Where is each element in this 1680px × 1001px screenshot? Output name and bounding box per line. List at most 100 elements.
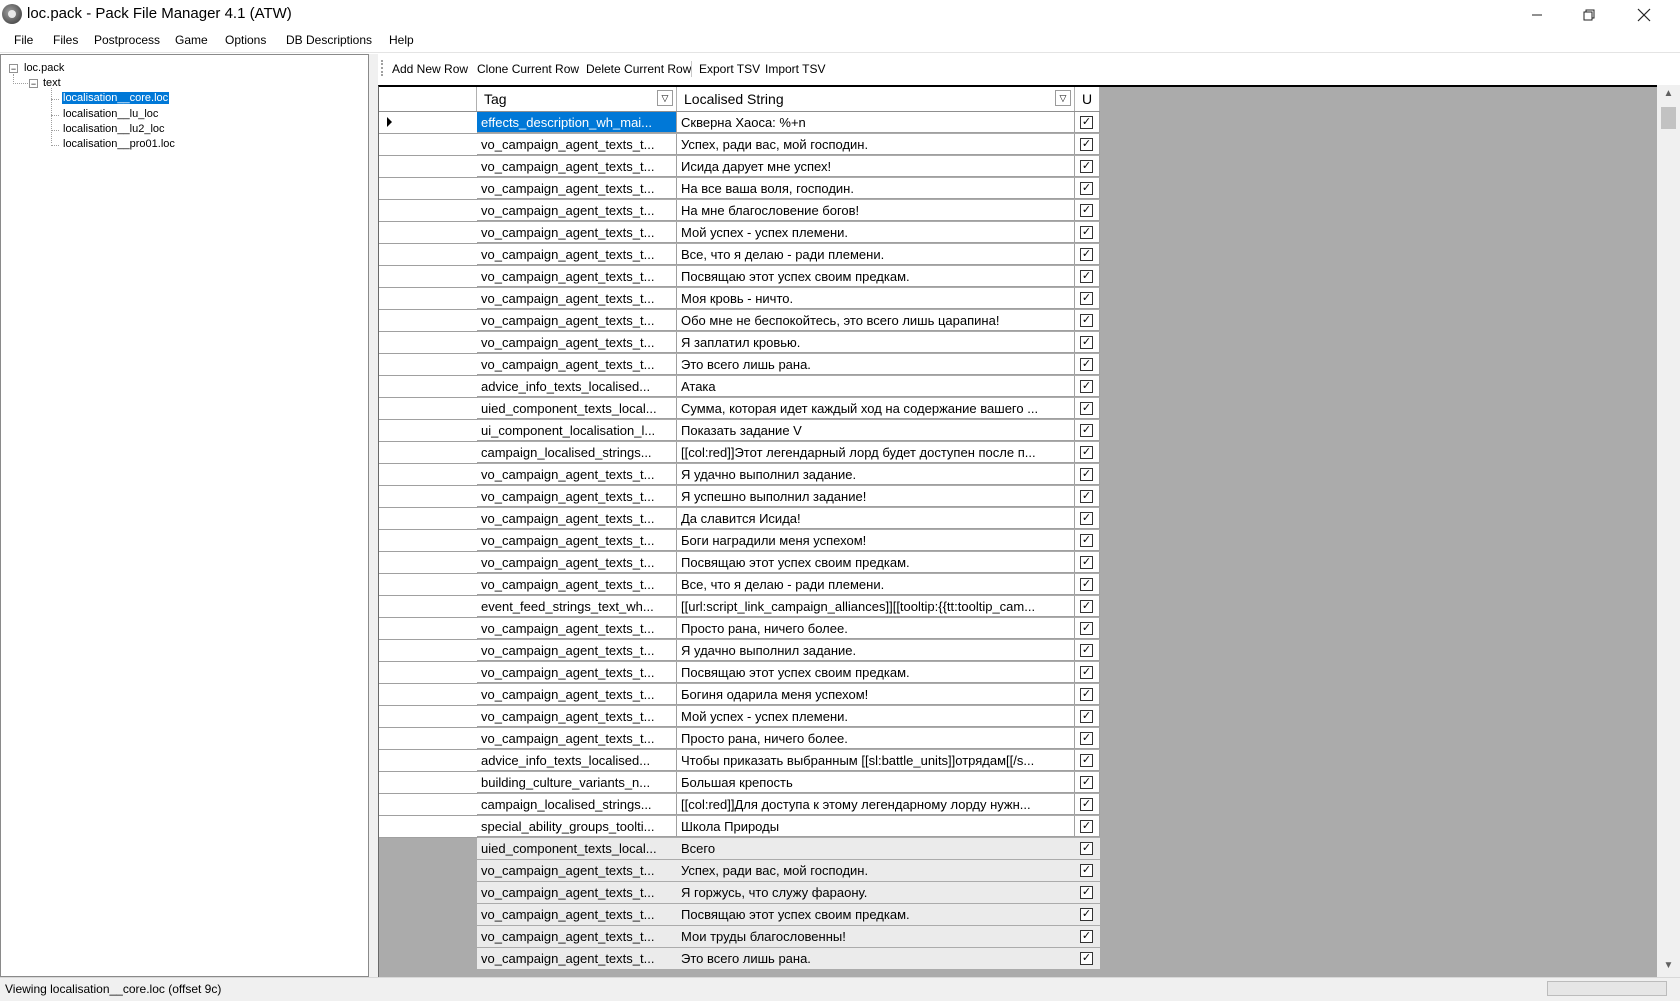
untranslated-checkbox[interactable]: ✓ — [1080, 556, 1093, 569]
tag-cell[interactable]: campaign_localised_strings... — [477, 442, 677, 463]
row-header[interactable] — [379, 838, 477, 859]
localised-string-cell[interactable]: Боги наградили меня успехом! — [677, 530, 1075, 551]
localised-string-cell[interactable]: Мои труды благословенны! — [677, 926, 1075, 947]
row-header[interactable] — [379, 112, 478, 134]
localised-string-cell[interactable]: [[col:red]]Для доступа к этому легендарн… — [677, 794, 1075, 815]
untranslated-cell[interactable]: ✓ — [1075, 926, 1100, 947]
untranslated-cell[interactable]: ✓ — [1075, 948, 1100, 969]
table-row[interactable]: vo_campaign_agent_texts_t... Все, что я д… — [379, 244, 1100, 266]
menu-files[interactable]: Files — [53, 33, 78, 47]
column-header-localised[interactable]: Localised String ▽ — [677, 87, 1075, 111]
scroll-down-icon[interactable]: ▼ — [1657, 957, 1680, 975]
row-header[interactable] — [379, 200, 478, 222]
tag-cell[interactable]: vo_campaign_agent_texts_t... — [477, 486, 677, 507]
untranslated-cell[interactable]: ✓ — [1075, 332, 1100, 353]
table-row[interactable]: vo_campaign_agent_texts_t... Мой успех - … — [379, 222, 1100, 244]
tag-cell[interactable]: vo_campaign_agent_texts_t... — [477, 134, 677, 155]
untranslated-cell[interactable]: ✓ — [1075, 112, 1100, 133]
table-row[interactable]: vo_campaign_agent_texts_t... Я заплатил к… — [379, 332, 1100, 354]
untranslated-cell[interactable]: ✓ — [1075, 750, 1100, 771]
pack-tree[interactable]: − loc.pack − text localisation__core.loc… — [0, 54, 369, 977]
row-header[interactable] — [379, 332, 478, 354]
tag-cell[interactable]: vo_campaign_agent_texts_t... — [477, 882, 677, 903]
row-header[interactable] — [379, 310, 478, 332]
localised-string-cell[interactable]: Посвящаю этот успех своим предкам. — [677, 662, 1075, 683]
table-row[interactable]: vo_campaign_agent_texts_t... Просто рана,… — [379, 618, 1100, 640]
tag-cell[interactable]: vo_campaign_agent_texts_t... — [477, 552, 677, 573]
menu-postprocess[interactable]: Postprocess — [94, 33, 160, 47]
untranslated-checkbox[interactable]: ✓ — [1080, 292, 1093, 305]
tree-file-lu2[interactable]: localisation__lu2_loc — [63, 123, 165, 135]
untranslated-cell[interactable]: ✓ — [1075, 244, 1100, 265]
tag-cell[interactable]: vo_campaign_agent_texts_t... — [477, 244, 677, 265]
row-header[interactable] — [379, 662, 478, 684]
row-header[interactable] — [379, 618, 478, 640]
localised-string-cell[interactable]: Все, что я делаю - ради племени. — [677, 574, 1075, 595]
untranslated-checkbox[interactable]: ✓ — [1080, 754, 1093, 767]
untranslated-cell[interactable]: ✓ — [1075, 420, 1100, 441]
localised-string-cell[interactable]: Да славится Исида! — [677, 508, 1075, 529]
row-header[interactable] — [379, 684, 478, 706]
localised-string-cell[interactable]: Большая крепость — [677, 772, 1075, 793]
localised-string-cell[interactable]: Чтобы приказать выбранным [[sl:battle_un… — [677, 750, 1075, 771]
tag-cell[interactable]: vo_campaign_agent_texts_t... — [477, 948, 677, 969]
untranslated-cell[interactable]: ✓ — [1075, 904, 1100, 925]
untranslated-cell[interactable]: ✓ — [1075, 882, 1100, 903]
tag-cell[interactable]: vo_campaign_agent_texts_t... — [477, 464, 677, 485]
tag-cell[interactable]: vo_campaign_agent_texts_t... — [477, 618, 677, 639]
tag-cell[interactable]: vo_campaign_agent_texts_t... — [477, 354, 677, 375]
table-row[interactable]: vo_campaign_agent_texts_t... Это всего ли… — [379, 354, 1100, 376]
scroll-thumb[interactable] — [1661, 107, 1676, 129]
tree-file-core[interactable]: localisation__core.loc — [62, 92, 170, 104]
menu-db-descriptions[interactable]: DB Descriptions — [286, 33, 372, 47]
untranslated-cell[interactable]: ✓ — [1075, 684, 1100, 705]
row-header[interactable] — [379, 530, 478, 552]
untranslated-cell[interactable]: ✓ — [1075, 618, 1100, 639]
untranslated-cell[interactable]: ✓ — [1075, 530, 1100, 551]
tag-cell[interactable]: campaign_localised_strings... — [477, 794, 677, 815]
localised-string-cell[interactable]: [[col:red]]Этот легендарный лорд будет д… — [677, 442, 1075, 463]
untranslated-cell[interactable]: ✓ — [1075, 288, 1100, 309]
table-row[interactable]: vo_campaign_agent_texts_t... Посвящаю это… — [379, 662, 1100, 684]
untranslated-checkbox[interactable]: ✓ — [1080, 380, 1093, 393]
localised-string-cell[interactable]: Я заплатил кровью. — [677, 332, 1075, 353]
localised-string-cell[interactable]: Школа Природы — [677, 816, 1075, 837]
untranslated-cell[interactable]: ✓ — [1075, 838, 1100, 859]
untranslated-checkbox[interactable]: ✓ — [1080, 600, 1093, 613]
table-row[interactable]: effects_description_wh_mai... Скверна Хао… — [379, 112, 1100, 134]
table-row[interactable]: vo_campaign_agent_texts_t... Посвящаю это… — [379, 266, 1100, 288]
localised-filter-dropdown-icon[interactable]: ▽ — [1055, 90, 1071, 106]
table-row[interactable]: campaign_localised_strings... [[col:red]]… — [379, 794, 1100, 816]
untranslated-checkbox[interactable]: ✓ — [1080, 468, 1093, 481]
tag-cell[interactable]: uied_component_texts_local... — [477, 838, 677, 859]
localised-string-cell[interactable]: Обо мне не беспокойтесь, это всего лишь … — [677, 310, 1075, 331]
localised-string-cell[interactable]: Я удачно выполнил задание. — [677, 640, 1075, 661]
tag-cell[interactable]: vo_campaign_agent_texts_t... — [477, 222, 677, 243]
localised-string-cell[interactable]: Это всего лишь рана. — [677, 354, 1075, 375]
row-header[interactable] — [379, 728, 478, 750]
untranslated-cell[interactable]: ✓ — [1075, 772, 1100, 793]
panel-splitter[interactable] — [369, 54, 378, 977]
localised-string-cell[interactable]: Показать задание V — [677, 420, 1075, 441]
localised-string-cell[interactable]: Успех, ради вас, мой господин. — [677, 860, 1075, 881]
table-row[interactable]: vo_campaign_agent_texts_t... Обо мне не б… — [379, 310, 1100, 332]
untranslated-checkbox[interactable]: ✓ — [1080, 424, 1093, 437]
table-row[interactable]: vo_campaign_agent_texts_t... На все ваша … — [379, 178, 1100, 200]
table-row[interactable]: vo_campaign_agent_texts_t... Боги награди… — [379, 530, 1100, 552]
minimize-button[interactable] — [1514, 0, 1560, 30]
localised-string-cell[interactable]: На все ваша воля, господин. — [677, 178, 1075, 199]
untranslated-checkbox[interactable]: ✓ — [1080, 930, 1093, 943]
table-row[interactable]: event_feed_strings_text_wh... [[url:scrip… — [379, 596, 1100, 618]
untranslated-checkbox[interactable]: ✓ — [1080, 402, 1093, 415]
row-header[interactable] — [379, 860, 477, 881]
tag-cell[interactable]: building_culture_variants_n... — [477, 772, 677, 793]
tag-cell[interactable]: vo_campaign_agent_texts_t... — [477, 640, 677, 661]
untranslated-checkbox[interactable]: ✓ — [1080, 182, 1093, 195]
row-header[interactable] — [379, 596, 478, 618]
row-header[interactable] — [379, 794, 478, 816]
tag-cell[interactable]: vo_campaign_agent_texts_t... — [477, 332, 677, 353]
row-header[interactable] — [379, 178, 478, 200]
untranslated-checkbox[interactable]: ✓ — [1080, 666, 1093, 679]
tag-cell[interactable]: vo_campaign_agent_texts_t... — [477, 904, 677, 925]
table-row[interactable]: vo_campaign_agent_texts_t... Все, что я д… — [379, 574, 1100, 596]
